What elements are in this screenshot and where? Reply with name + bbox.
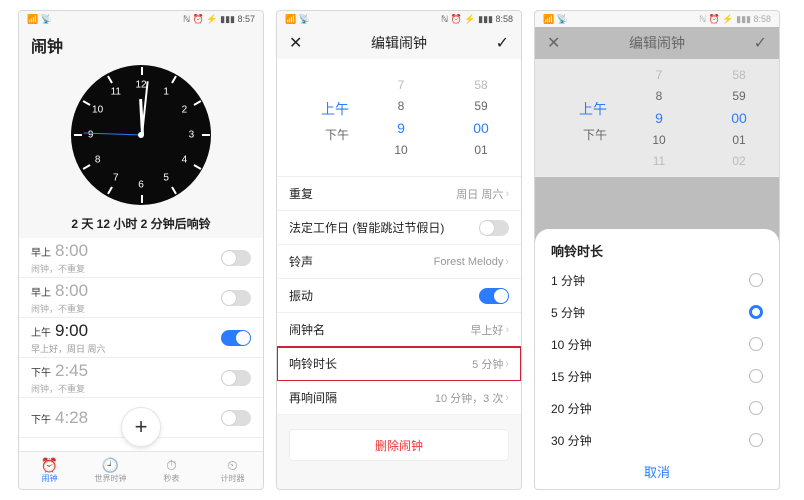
close-icon[interactable]: ✕ <box>289 33 302 53</box>
alarm-toggle[interactable] <box>221 290 251 306</box>
status-right: ℕ ⏰ ⚡ ▮▮▮ 8:58 <box>699 14 771 25</box>
radio-icon <box>749 433 763 447</box>
stopwatch-icon: ⏱ <box>166 458 177 472</box>
time-picker[interactable]: 上午 下午 7 8 9 10 58 59 00 01 <box>277 59 521 177</box>
radio-icon <box>749 369 763 383</box>
phone-edit-alarm: 📶 📡 ℕ ⏰ ⚡ ▮▮▮ 8:58 ✕ 编辑闹钟 ✓ 上午 下午 7 8 9 … <box>276 10 522 490</box>
statusbar: 📶 📡 ℕ ⏰ ⚡ ▮▮▮ 8:57 <box>19 11 263 27</box>
countdown-label: 2 天 12 小时 2 分钟后响铃 <box>19 207 263 238</box>
alarm-icon: ⏰ <box>41 458 58 472</box>
status-left: 📶 📡 <box>285 14 310 25</box>
worldclock-icon: 🕘 <box>102 458 119 472</box>
duration-sheet: 响铃时长 1 分钟 5 分钟 10 分钟 15 分钟 20 分钟 30 分钟 取… <box>535 229 779 489</box>
alarm-row[interactable]: 下午2:45 闹钟，不重复 <box>19 358 263 398</box>
duration-option[interactable]: 20 分钟 <box>551 392 763 424</box>
bottom-tabs: ⏰闹钟 🕘世界时钟 ⏱秒表 ⏲计时器 <box>19 451 263 489</box>
chevron-right-icon: › <box>505 256 509 268</box>
alarm-toggle[interactable] <box>221 250 251 266</box>
tab-worldclock[interactable]: 🕘世界时钟 <box>80 452 141 489</box>
alarm-toggle[interactable] <box>221 330 251 346</box>
duration-option[interactable]: 5 分钟 <box>551 296 763 328</box>
edit-header: ✕ 编辑闹钟 ✓ <box>535 27 779 59</box>
confirm-icon[interactable]: ✓ <box>496 33 509 53</box>
tab-timer[interactable]: ⏲计时器 <box>202 452 263 489</box>
statusbar: 📶 📡 ℕ ⏰ ⚡ ▮▮▮ 8:58 <box>535 11 779 27</box>
row-workday[interactable]: 法定工作日 (智能跳过节假日) <box>277 211 521 245</box>
status-right: ℕ ⏰ ⚡ ▮▮▮ 8:57 <box>183 14 255 25</box>
vibrate-toggle[interactable] <box>479 288 509 304</box>
alarm-toggle[interactable] <box>221 410 251 426</box>
edit-title: 编辑闹钟 <box>371 33 427 53</box>
workday-toggle[interactable] <box>479 220 509 236</box>
row-ringtone[interactable]: 铃声 Forest Melody› <box>277 245 521 279</box>
row-alarm-name[interactable]: 闹钟名 早上好› <box>277 313 521 347</box>
edit-header: ✕ 编辑闹钟 ✓ <box>277 27 521 59</box>
radio-icon <box>749 305 763 319</box>
duration-option[interactable]: 15 分钟 <box>551 360 763 392</box>
duration-option[interactable]: 1 分钟 <box>551 264 763 296</box>
status-left: 📶 📡 <box>27 14 52 25</box>
alarm-toggle[interactable] <box>221 370 251 386</box>
edit-title: 编辑闹钟 <box>629 33 685 53</box>
duration-option[interactable]: 30 分钟 <box>551 424 763 456</box>
phone-duration-sheet: 📶 📡 ℕ ⏰ ⚡ ▮▮▮ 8:58 ✕ 编辑闹钟 ✓ 上午 下午 7 8 9 … <box>534 10 780 490</box>
status-right: ℕ ⏰ ⚡ ▮▮▮ 8:58 <box>441 14 513 25</box>
row-repeat[interactable]: 重复 周日 周六› <box>277 177 521 211</box>
radio-icon <box>749 337 763 351</box>
chevron-right-icon: › <box>505 358 509 370</box>
phone-alarm-list: 📶 📡 ℕ ⏰ ⚡ ▮▮▮ 8:57 闹钟 12 3 <box>18 10 264 490</box>
chevron-right-icon: › <box>505 188 509 200</box>
tab-alarm[interactable]: ⏰闹钟 <box>19 452 80 489</box>
row-ring-duration[interactable]: 响铃时长 5 分钟› <box>277 347 521 381</box>
statusbar: 📶 📡 ℕ ⏰ ⚡ ▮▮▮ 8:58 <box>277 11 521 27</box>
delete-alarm-button[interactable]: 删除闹钟 <box>289 429 509 461</box>
radio-icon <box>749 401 763 415</box>
sheet-title: 响铃时长 <box>551 241 763 260</box>
plus-icon: + <box>135 414 148 440</box>
chevron-right-icon: › <box>505 392 509 404</box>
chevron-right-icon: › <box>505 324 509 336</box>
close-icon: ✕ <box>547 33 560 53</box>
alarm-row[interactable]: 早上8:00 闹钟，不重复 <box>19 278 263 318</box>
timer-icon: ⏲ <box>227 458 238 472</box>
page-title-wrap: 闹钟 <box>19 27 263 61</box>
time-picker: 上午 下午 7 8 9 10 11 58 59 00 01 02 <box>535 59 779 177</box>
analog-clock: 12 3 6 9 1 2 4 5 7 8 10 11 <box>19 61 263 207</box>
radio-icon <box>749 273 763 287</box>
alarm-row[interactable]: 早上8:00 闹钟，不重复 <box>19 238 263 278</box>
row-vibrate[interactable]: 振动 <box>277 279 521 313</box>
confirm-icon: ✓ <box>754 33 767 53</box>
alarm-row[interactable]: 上午9:00 早上好，周日 周六 <box>19 318 263 358</box>
add-alarm-button[interactable]: + <box>121 407 161 447</box>
duration-option[interactable]: 10 分钟 <box>551 328 763 360</box>
status-left: 📶 📡 <box>543 14 568 25</box>
page-title: 闹钟 <box>31 33 251 57</box>
cancel-button[interactable]: 取消 <box>551 456 763 483</box>
row-snooze[interactable]: 再响间隔 10 分钟，3 次› <box>277 381 521 415</box>
tab-stopwatch[interactable]: ⏱秒表 <box>141 452 202 489</box>
